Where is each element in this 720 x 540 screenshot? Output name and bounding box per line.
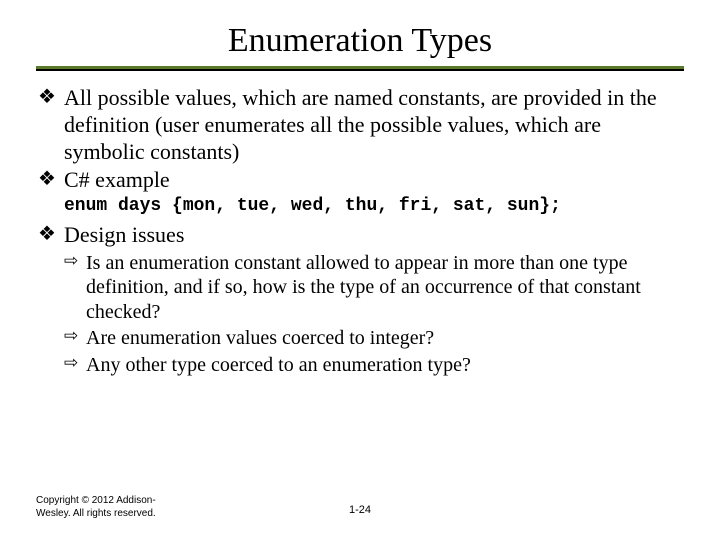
sub-bullet-text: Any other type coerced to an enumeration… <box>86 354 471 376</box>
bullet-text: C# example <box>64 167 170 192</box>
bullet-item: Design issues <box>36 222 684 249</box>
code-line: enum days {mon, tue, wed, thu, fri, sat,… <box>36 196 684 218</box>
bullet-item: All possible values, which are named con… <box>36 85 684 165</box>
bullet-text: All possible values, which are named con… <box>64 85 657 164</box>
bullet-text: Design issues <box>64 222 184 247</box>
title-rule <box>36 66 684 71</box>
bullet-item: C# example <box>36 167 684 194</box>
slide: Enumeration Types All possible values, w… <box>0 0 720 540</box>
content-area: All possible values, which are named con… <box>36 85 684 377</box>
page-title: Enumeration Types <box>36 22 684 60</box>
sub-bullet-text: Are enumeration values coerced to intege… <box>86 327 434 349</box>
sub-bullet-item: Is an enumeration constant allowed to ap… <box>36 251 684 324</box>
sub-bullet-item: Any other type coerced to an enumeration… <box>36 353 684 377</box>
sub-bullet-text: Is an enumeration constant allowed to ap… <box>86 252 641 323</box>
sub-bullet-item: Are enumeration values coerced to intege… <box>36 326 684 350</box>
copyright-footer: Copyright © 2012 Addison-Wesley. All rig… <box>36 495 176 520</box>
page-number: 1-24 <box>349 504 371 516</box>
